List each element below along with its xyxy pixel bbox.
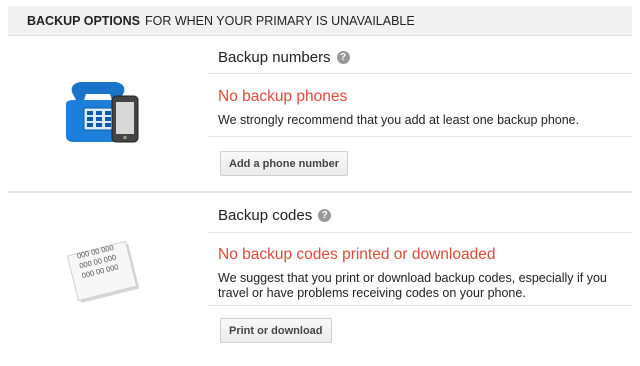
backup-numbers-title-text: Backup numbers: [218, 49, 331, 66]
add-phone-number-button[interactable]: Add a phone number: [220, 151, 348, 176]
backup-options-header: BACKUP OPTIONS FOR WHEN YOUR PRIMARY IS …: [8, 6, 632, 36]
backup-codes-description: We suggest that you print or download ba…: [218, 271, 607, 300]
backup-codes-title: Backup codes ?: [218, 207, 332, 224]
no-backup-codes-status: No backup codes printed or downloaded: [218, 246, 496, 263]
header-subtitle: FOR WHEN YOUR PRIMARY IS UNAVAILABLE: [144, 13, 415, 28]
section-divider: [8, 191, 632, 193]
header-title: BACKUP OPTIONS: [27, 13, 140, 28]
phone-icon: [62, 78, 146, 144]
no-backup-phones-status: No backup phones: [218, 88, 348, 105]
help-icon[interactable]: ?: [318, 209, 332, 222]
divider: [208, 305, 632, 306]
backup-numbers-title: Backup numbers ?: [218, 49, 350, 66]
divider: [208, 73, 632, 74]
backup-phones-description: We strongly recommend that you add at le…: [218, 113, 580, 127]
help-icon[interactable]: ?: [336, 51, 350, 64]
print-or-download-button[interactable]: Print or download: [220, 318, 332, 343]
codes-paper-icon: 000 00 000 000 00 000 000 00 000: [64, 236, 140, 306]
backup-codes-title-text: Backup codes: [218, 207, 313, 224]
divider: [208, 232, 632, 233]
divider: [208, 136, 632, 137]
